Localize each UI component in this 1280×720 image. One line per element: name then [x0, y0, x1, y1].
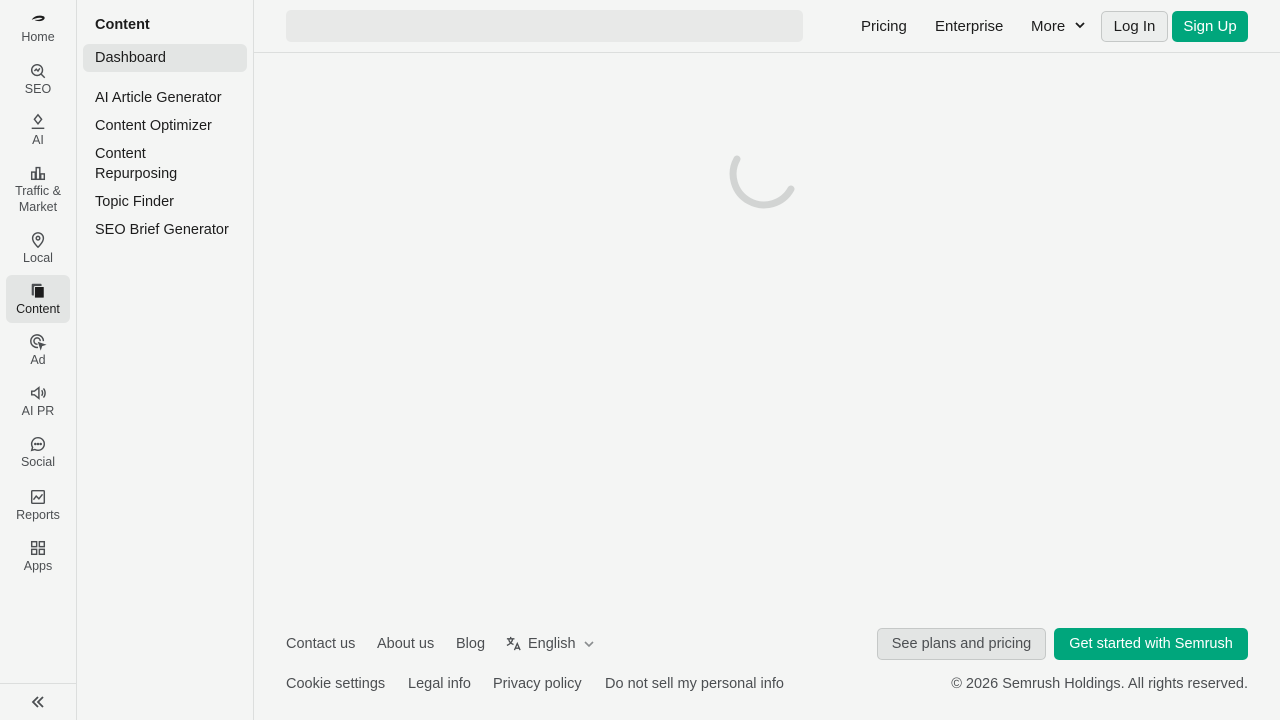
rail-item-content[interactable]: Content [6, 275, 70, 323]
loading-spinner-icon [729, 155, 795, 209]
subnav-item-content-repurposing[interactable]: Content Repurposing [83, 144, 203, 184]
rail-item-ad[interactable]: Ad [6, 333, 70, 371]
rail-item-social[interactable]: Social [6, 435, 70, 473]
rail-item-apps[interactable]: Apps [6, 539, 70, 577]
rail-label: Local [23, 251, 53, 265]
rail-label: Home [21, 30, 55, 44]
apps-grid-icon [30, 540, 46, 556]
legal-info-link[interactable]: Legal info [408, 676, 471, 692]
subnav-item-topic-finder[interactable]: Topic Finder [83, 192, 247, 212]
rail-label: AI [32, 133, 44, 147]
documents-icon [31, 283, 45, 299]
about-us-link[interactable]: About us [377, 636, 434, 652]
chevron-down-icon[interactable] [583, 638, 595, 650]
map-pin-icon [31, 232, 45, 249]
double-chevron-left-icon [31, 696, 44, 708]
rail-label: AI PR [21, 404, 55, 418]
collapse-sidebar-button[interactable] [0, 683, 76, 720]
bar-chart-icon [30, 166, 46, 181]
translate-icon[interactable] [505, 635, 522, 652]
rail-label: SEO [24, 82, 52, 96]
chevron-down-icon[interactable] [1074, 19, 1086, 31]
chat-bubble-icon [30, 436, 46, 452]
copyright-text: © 2026 Semrush Holdings. All rights rese… [951, 676, 1248, 692]
more-menu[interactable]: More [1031, 18, 1065, 35]
seo-magnifier-icon [30, 63, 46, 79]
get-started-button[interactable]: Get started with Semrush [1054, 628, 1248, 660]
blog-link[interactable]: Blog [456, 636, 485, 652]
ad-target-icon [30, 334, 47, 351]
rail-item-seo[interactable]: SEO [6, 62, 70, 100]
rail-item-ai-pr[interactable]: AI PR [6, 384, 70, 422]
rail-item-local[interactable]: Local [6, 231, 70, 269]
report-chart-icon [30, 489, 46, 505]
privacy-policy-link[interactable]: Privacy policy [493, 676, 582, 692]
enterprise-link[interactable]: Enterprise [935, 18, 1003, 35]
subnav-item-content-optimizer[interactable]: Content Optimizer [83, 116, 247, 136]
rail-item-reports[interactable]: Reports [6, 488, 70, 526]
semrush-logo-icon [31, 15, 45, 22]
rail-label: Apps [23, 559, 53, 573]
rail-item-home[interactable]: Home [6, 10, 70, 48]
top-header: Pricing Enterprise More Log In Sign Up [254, 0, 1280, 53]
pricing-link[interactable]: Pricing [861, 18, 907, 35]
rail-item-ai[interactable]: AI [6, 113, 70, 151]
contact-us-link[interactable]: Contact us [286, 636, 355, 652]
ai-sparkle-icon [31, 113, 45, 130]
rail-label: Reports [16, 508, 60, 522]
rail-label: Ad [30, 353, 46, 367]
subnav-item-seo-brief-generator[interactable]: SEO Brief Generator [83, 220, 247, 240]
content-subnav: Content Dashboard AI Article Generator C… [77, 0, 254, 720]
rail-label: Content [16, 302, 60, 316]
subnav-item-dashboard[interactable]: Dashboard [83, 44, 247, 72]
rail-label: Social [20, 455, 56, 469]
do-not-sell-link[interactable]: Do not sell my personal info [605, 676, 784, 692]
search-input[interactable] [286, 10, 803, 42]
subnav-title: Content [95, 17, 150, 33]
rail-label: Traffic & Market [15, 184, 61, 214]
language-selector[interactable]: English [528, 636, 576, 652]
login-button[interactable]: Log In [1101, 11, 1168, 42]
signup-button[interactable]: Sign Up [1172, 11, 1248, 42]
icon-rail: Home SEO AI Traffic & Market Local Conte… [0, 0, 77, 720]
rail-item-traffic-market[interactable]: Traffic & Market [6, 164, 70, 218]
see-plans-button[interactable]: See plans and pricing [877, 628, 1046, 660]
megaphone-icon [30, 386, 46, 400]
cookie-settings-link[interactable]: Cookie settings [286, 676, 385, 692]
subnav-item-ai-article-generator[interactable]: AI Article Generator [83, 88, 247, 108]
